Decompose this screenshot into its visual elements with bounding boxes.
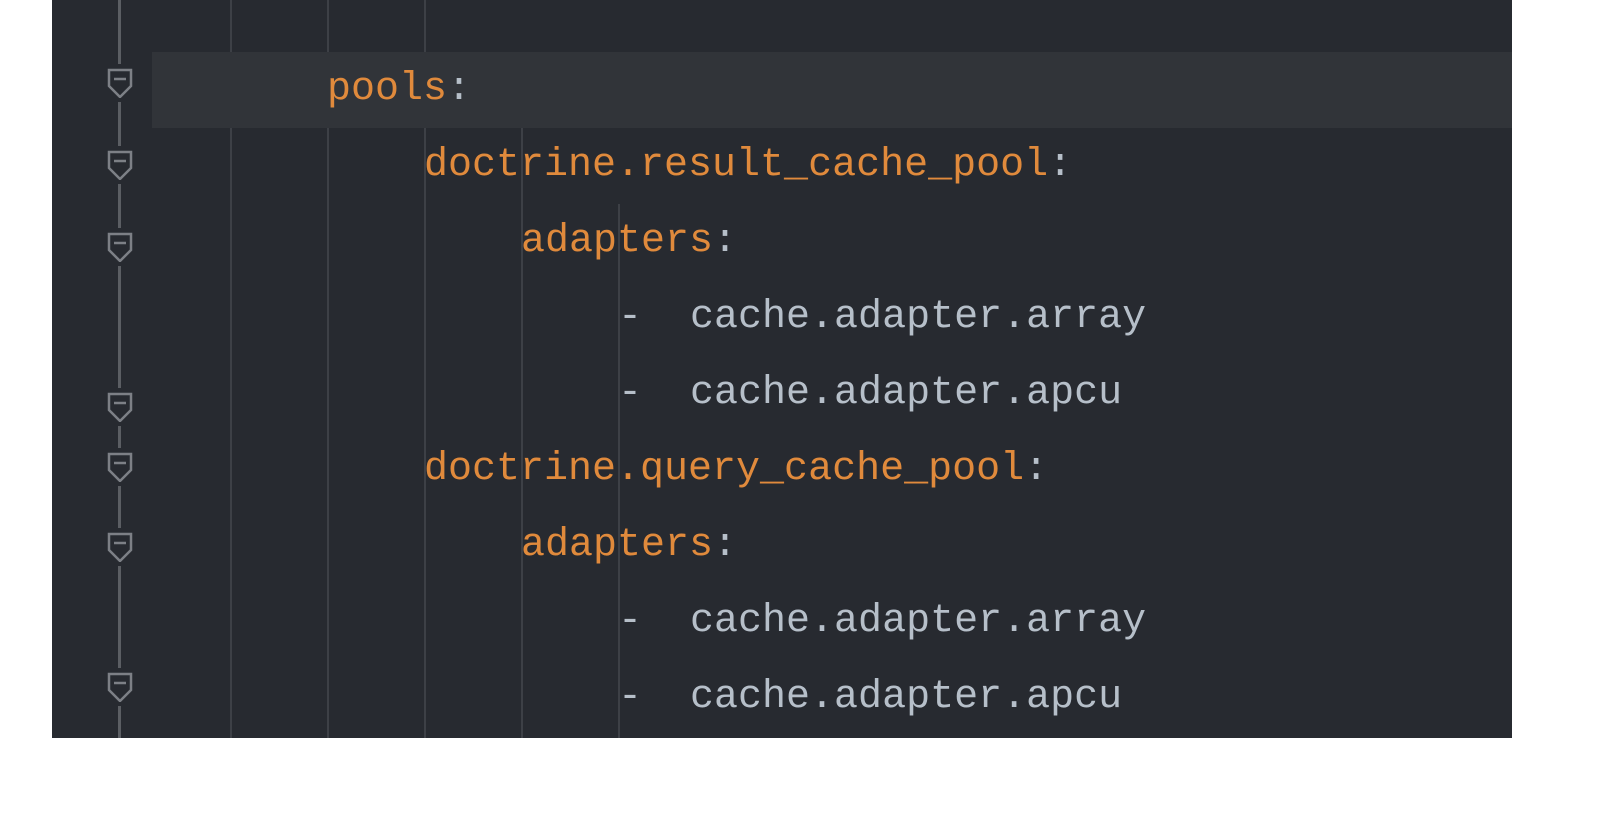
code-line[interactable]: adapters: xyxy=(152,204,1512,280)
yaml-value: cache.adapter.array xyxy=(690,280,1146,356)
code-line[interactable]: - cache.adapter.apcu xyxy=(152,660,1512,736)
yaml-value: cache.adapter.apcu xyxy=(690,660,1122,736)
gutter-line xyxy=(118,0,121,64)
yaml-colon: : xyxy=(713,204,737,280)
yaml-key: pools xyxy=(327,52,447,128)
fold-marker-icon[interactable] xyxy=(106,450,134,482)
yaml-key: adapters xyxy=(521,204,713,280)
code-line[interactable]: pools: xyxy=(152,52,1512,128)
gutter-line xyxy=(118,706,121,738)
yaml-list-dash: - xyxy=(618,356,642,432)
yaml-colon: : xyxy=(713,508,737,584)
yaml-list-dash: - xyxy=(618,584,642,660)
code-line[interactable]: doctrine.query_cache_pool: xyxy=(152,432,1512,508)
code-line[interactable]: - cache.adapter.array xyxy=(152,584,1512,660)
fold-marker-icon[interactable] xyxy=(106,148,134,180)
yaml-colon: : xyxy=(1024,432,1048,508)
gutter-line xyxy=(118,426,121,448)
editor-code-area[interactable]: pools: doctrine.result_cache_pool: adapt… xyxy=(152,0,1512,738)
editor-frame: pools: doctrine.result_cache_pool: adapt… xyxy=(52,0,1512,738)
gutter-line xyxy=(118,566,121,668)
fold-marker-icon[interactable] xyxy=(106,670,134,702)
code-line[interactable]: - cache.adapter.apcu xyxy=(152,356,1512,432)
yaml-colon: : xyxy=(447,52,471,128)
code-line[interactable]: - cache.adapter.array xyxy=(152,280,1512,356)
yaml-list-dash: - xyxy=(618,280,642,356)
yaml-colon: : xyxy=(1048,128,1072,204)
code-line[interactable]: doctrine.result_cache_pool: xyxy=(152,128,1512,204)
editor-gutter xyxy=(52,0,152,738)
code-line[interactable]: adapters: xyxy=(152,508,1512,584)
code-line[interactable] xyxy=(152,0,1512,40)
yaml-value: cache.adapter.apcu xyxy=(690,356,1122,432)
yaml-key: doctrine.result_cache_pool xyxy=(424,128,1048,204)
yaml-key: adapters xyxy=(521,508,713,584)
yaml-key: doctrine.query_cache_pool xyxy=(424,432,1024,508)
gutter-line xyxy=(118,266,121,388)
fold-marker-icon[interactable] xyxy=(106,390,134,422)
yaml-list-dash: - xyxy=(618,660,642,736)
yaml-value: cache.adapter.array xyxy=(690,584,1146,660)
fold-marker-icon[interactable] xyxy=(106,230,134,262)
gutter-line xyxy=(118,486,121,528)
gutter-line xyxy=(118,184,121,228)
gutter-line xyxy=(118,102,121,146)
fold-marker-icon[interactable] xyxy=(106,66,134,98)
fold-marker-icon[interactable] xyxy=(106,530,134,562)
